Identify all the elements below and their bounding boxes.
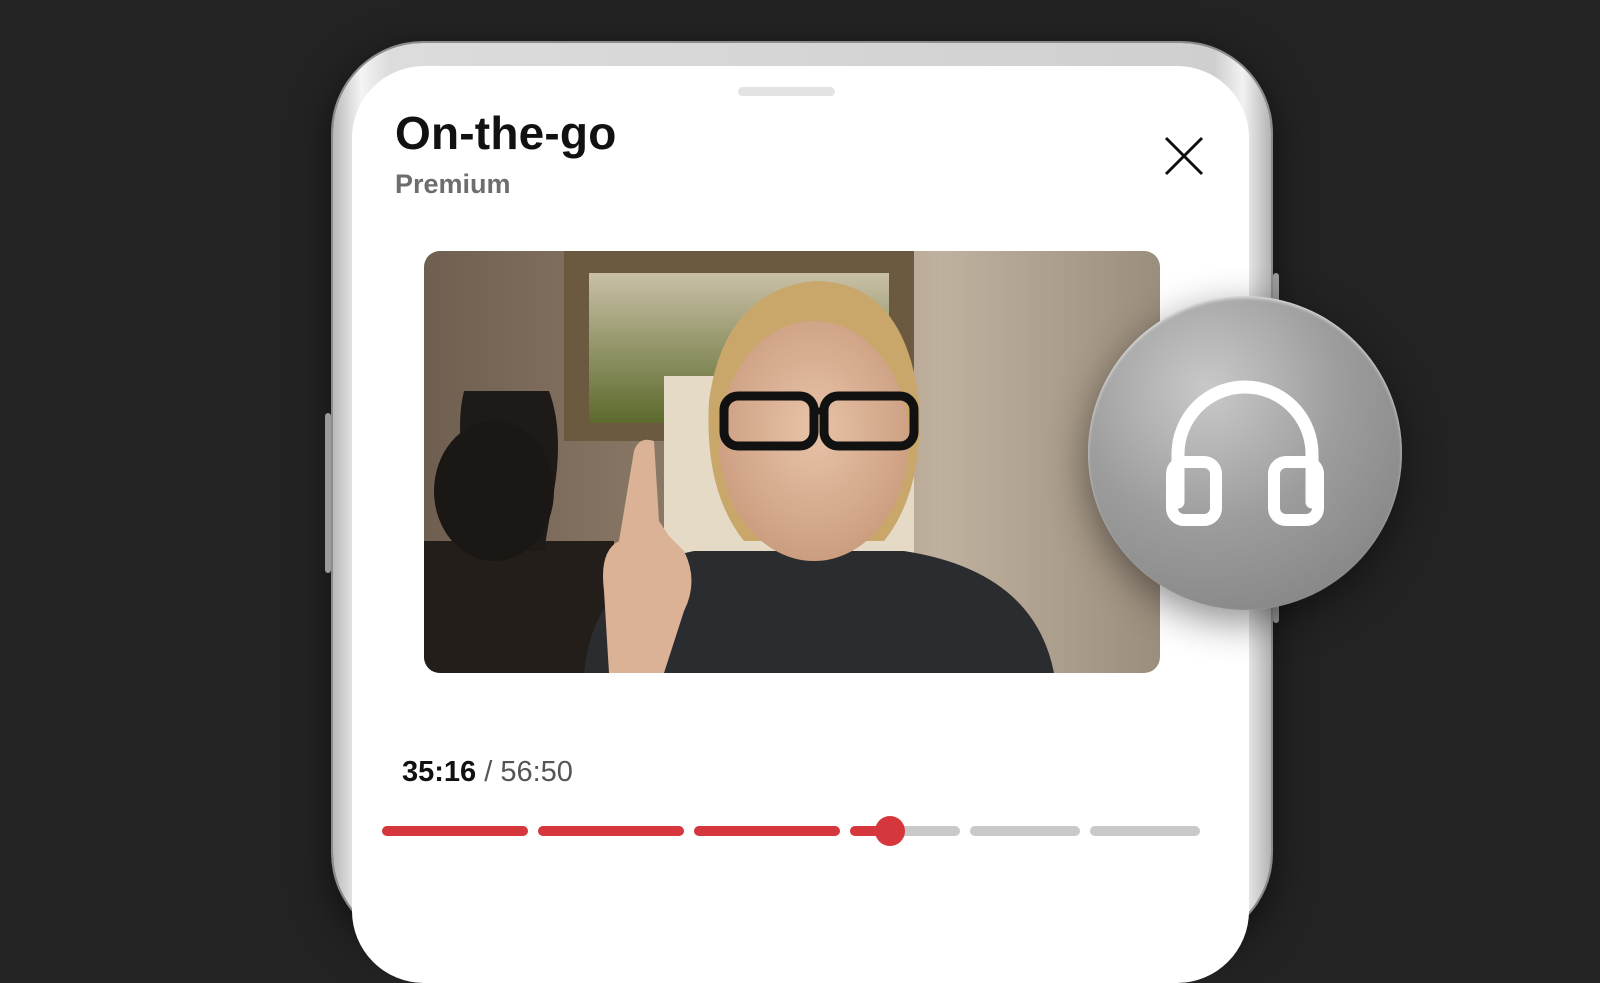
progress-thumb[interactable] — [874, 816, 905, 846]
progress-segment-fill — [694, 826, 840, 836]
close-icon — [1164, 136, 1204, 176]
video-thumbnail[interactable] — [424, 251, 1160, 673]
drag-handle[interactable] — [738, 87, 835, 96]
progress-segment[interactable] — [850, 826, 960, 836]
phone-side-button — [325, 413, 331, 573]
progress-segment[interactable] — [538, 826, 684, 836]
sheet-subtitle: Premium — [395, 169, 511, 199]
sheet-title: On-the-go — [395, 107, 617, 159]
current-time: 35:16 — [402, 756, 477, 788]
progress-segment[interactable] — [1090, 826, 1200, 836]
playback-time: 35:16 / 56:50 — [402, 756, 573, 789]
progress-bar[interactable] — [382, 816, 1202, 846]
progress-segment-fill — [538, 826, 684, 836]
progress-segment-fill — [382, 826, 528, 836]
total-time: 56:50 — [500, 756, 573, 788]
close-button[interactable] — [1164, 136, 1204, 176]
time-separator: / — [476, 756, 501, 788]
audio-mode-button[interactable] — [1088, 296, 1402, 610]
headphones-icon — [1166, 380, 1324, 526]
progress-segment[interactable] — [970, 826, 1080, 836]
progress-segment[interactable] — [382, 826, 528, 836]
progress-segment[interactable] — [694, 826, 840, 836]
